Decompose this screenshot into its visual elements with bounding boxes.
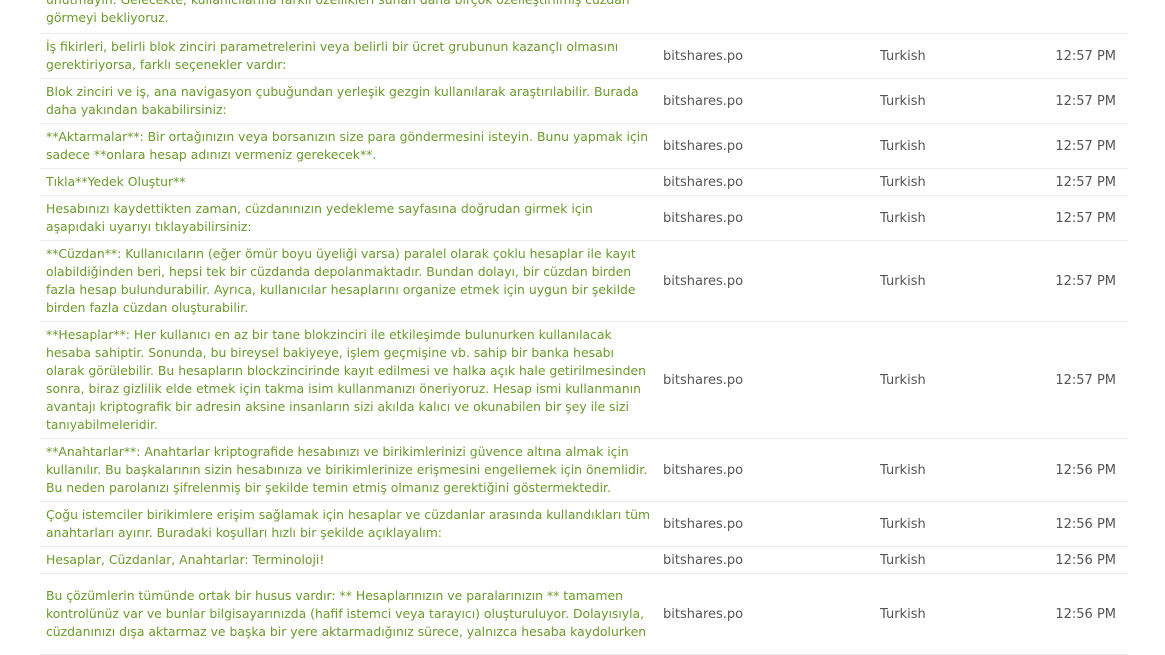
timestamp: 12:57 PM bbox=[1055, 48, 1116, 64]
table-row: unutmayın. Gelecekte, kullanıcılarına fa… bbox=[40, 0, 1128, 34]
project-name: bitshares.po bbox=[663, 48, 744, 64]
table-row: Bu çözümlerin tümünde ortak bir husus va… bbox=[40, 574, 1128, 655]
source-text-link[interactable]: Blok zinciri ve iş, ana navigasyon çubuğ… bbox=[40, 79, 657, 123]
source-text-link[interactable]: Bu çözümlerin tümünde ortak bir husus va… bbox=[40, 583, 657, 645]
language-name: Turkish bbox=[880, 372, 926, 388]
language-name: Turkish bbox=[880, 93, 926, 109]
table-row: Tıkla**Yedek Oluştur** bitshares.po Turk… bbox=[40, 169, 1128, 196]
timestamp: 12:56 PM bbox=[1055, 462, 1116, 478]
timestamp: 12:57 PM bbox=[1055, 174, 1116, 190]
table-row: İş fikirleri, belirli blok zinciri param… bbox=[40, 34, 1128, 79]
timestamp: 12:57 PM bbox=[1055, 93, 1116, 109]
timestamp: 12:56 PM bbox=[1055, 552, 1116, 568]
table-row: Çoğu istemciler birikimlere erişim sağla… bbox=[40, 502, 1128, 547]
timestamp: 12:56 PM bbox=[1055, 606, 1116, 622]
project-name: bitshares.po bbox=[663, 552, 744, 568]
source-text-link[interactable]: **Aktarmalar**: Bir ortağınızın veya bor… bbox=[40, 124, 657, 168]
timestamp: 12:57 PM bbox=[1055, 372, 1116, 388]
source-text-link[interactable]: Tıkla**Yedek Oluştur** bbox=[40, 169, 657, 195]
table-row: **Anahtarlar**: Anahtarlar kriptografide… bbox=[40, 439, 1128, 502]
source-text-link[interactable]: **Hesaplar**: Her kullanıcı en az bir ta… bbox=[40, 322, 657, 438]
source-text-link[interactable]: unutmayın. Gelecekte, kullanıcılarına fa… bbox=[40, 0, 657, 31]
timestamp: 12:57 PM bbox=[1055, 138, 1116, 154]
project-name: bitshares.po bbox=[663, 174, 744, 190]
table-row: **Aktarmalar**: Bir ortağınızın veya bor… bbox=[40, 124, 1128, 169]
project-name: bitshares.po bbox=[663, 273, 744, 289]
source-text-link[interactable]: Çoğu istemciler birikimlere erişim sağla… bbox=[40, 502, 657, 546]
timestamp: 12:57 PM bbox=[1055, 273, 1116, 289]
language-name: Turkish bbox=[880, 516, 926, 532]
language-name: Turkish bbox=[880, 606, 926, 622]
table-row: Hesabınızı kaydettikten zaman, cüzdanını… bbox=[40, 196, 1128, 241]
project-name: bitshares.po bbox=[663, 462, 744, 478]
source-text-link[interactable]: Hesaplar, Cüzdanlar, Anahtarlar: Termino… bbox=[40, 547, 657, 573]
source-text-link[interactable]: Hesabınızı kaydettikten zaman, cüzdanını… bbox=[40, 196, 657, 240]
table-row: **Cüzdan**: Kullanıcıların (eğer ömür bo… bbox=[40, 241, 1128, 322]
timestamp: 12:56 PM bbox=[1055, 516, 1116, 532]
translations-table: unutmayın. Gelecekte, kullanıcılarına fa… bbox=[40, 0, 1128, 655]
language-name: Turkish bbox=[880, 48, 926, 64]
language-name: Turkish bbox=[880, 174, 926, 190]
table-row: **Hesaplar**: Her kullanıcı en az bir ta… bbox=[40, 322, 1128, 439]
language-name: Turkish bbox=[880, 273, 926, 289]
project-name: bitshares.po bbox=[663, 93, 744, 109]
table-row: Blok zinciri ve iş, ana navigasyon çubuğ… bbox=[40, 79, 1128, 124]
language-name: Turkish bbox=[880, 210, 926, 226]
language-name: Turkish bbox=[880, 552, 926, 568]
language-name: Turkish bbox=[880, 138, 926, 154]
language-name: Turkish bbox=[880, 462, 926, 478]
table-row: Hesaplar, Cüzdanlar, Anahtarlar: Termino… bbox=[40, 547, 1128, 574]
source-text-link[interactable]: **Cüzdan**: Kullanıcıların (eğer ömür bo… bbox=[40, 241, 657, 321]
project-name: bitshares.po bbox=[663, 210, 744, 226]
project-name: bitshares.po bbox=[663, 372, 744, 388]
project-name: bitshares.po bbox=[663, 606, 744, 622]
source-text-link[interactable]: İş fikirleri, belirli blok zinciri param… bbox=[40, 34, 657, 78]
timestamp: 12:57 PM bbox=[1055, 210, 1116, 226]
project-name: bitshares.po bbox=[663, 138, 744, 154]
project-name: bitshares.po bbox=[663, 516, 744, 532]
source-text-link[interactable]: **Anahtarlar**: Anahtarlar kriptografide… bbox=[40, 439, 657, 501]
